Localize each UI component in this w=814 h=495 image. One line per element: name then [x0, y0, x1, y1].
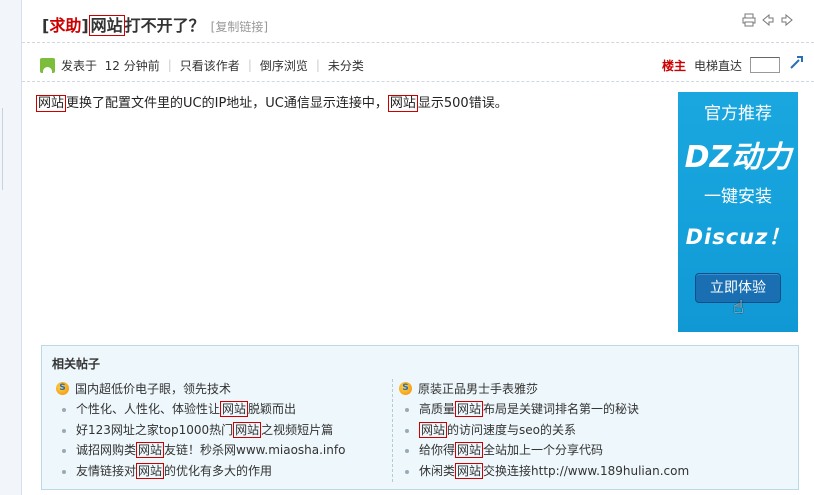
related-column-left: S 国内超低价电子眼，领先技术 个性化、人性化、体验性让 网站 脱颖而出 好123网…	[56, 379, 396, 481]
floor-input[interactable]	[750, 57, 780, 73]
floor-controls: 楼主 电梯直达	[662, 55, 804, 75]
ad-subline: 一键安装	[704, 187, 772, 207]
posted-time: 12 分钟前	[104, 58, 160, 73]
ad-brand: DZ动力	[684, 140, 792, 175]
prev-thread-icon[interactable]	[761, 13, 775, 27]
separator: |	[315, 58, 320, 72]
related-head-link[interactable]: S 原装正品男士手表雅莎	[399, 379, 739, 397]
title-keyword: 网站	[88, 15, 125, 36]
post-title: [求助] 网站 打不开了？ [复制链接]	[42, 15, 269, 36]
title-tag[interactable]: 求助	[49, 16, 81, 35]
related-item[interactable]: 诚招网购类 网站 友链！秒杀网www.miaosha.info	[56, 440, 396, 461]
only-author-link[interactable]: 只看该作者	[180, 57, 240, 74]
related-column-right: S 原装正品男士手表雅莎 高质量 网站 布局是关键词排名第一的秘诀 网站 的访问速度与…	[392, 379, 739, 482]
copy-link-button[interactable]: [复制链接]	[211, 20, 268, 34]
divider	[22, 42, 814, 43]
related-item[interactable]: 好123网址之家top1000热门 网站 之视频短片篇	[56, 420, 396, 441]
ad-headline: 官方推荐	[704, 104, 772, 124]
ad-banner[interactable]: 官方推荐 DZ动力 一键安装 Discuz！ 立即体验 ☝	[678, 92, 798, 332]
post-meta: 发表于 12 分钟前 | 只看该作者 | 倒序浏览 | 未分类 楼主 电梯直达	[40, 55, 804, 75]
body-text: 更换了配置文件里的UC的IP地址，UC通信显示连接中，	[66, 96, 388, 111]
post-panel: [求助] 网站 打不开了？ [复制链接] 发表于 12 分钟前 | 只看该作者 | 倒…	[22, 0, 814, 495]
print-icon[interactable]	[742, 13, 756, 27]
related-threads: 相关帖子 S 国内超低价电子眼，领先技术 个性化、人性化、体验性让 网站 脱颖而出 …	[41, 345, 799, 490]
elevator-label: 电梯直达	[693, 58, 742, 73]
next-thread-icon[interactable]	[780, 13, 794, 27]
category-link[interactable]: 未分类	[328, 57, 364, 74]
related-item[interactable]: 友情链接对 网站 的优化有多大的作用	[56, 461, 396, 482]
posted-label: 发表于	[61, 58, 98, 73]
jump-icon[interactable]	[788, 55, 804, 75]
post-tools	[742, 13, 794, 27]
s-logo-icon: S	[56, 381, 69, 395]
body-text: 显示500错误。	[417, 96, 508, 111]
sidebar-divider	[2, 108, 7, 190]
related-item[interactable]: 网站 的访问速度与seo的关系	[399, 420, 739, 441]
owner-badge: 楼主	[661, 58, 686, 73]
s-logo-icon: S	[399, 381, 412, 395]
separator: |	[167, 58, 172, 72]
user-online-icon	[40, 57, 55, 73]
related-title: 相关帖子	[52, 357, 101, 371]
left-sidebar-strip	[0, 0, 22, 495]
ad-product: Discuz！	[685, 225, 791, 249]
related-item[interactable]: 给你得 网站 全站加上一个分享代码	[399, 440, 739, 461]
keyword-link[interactable]: 网站	[36, 95, 67, 112]
related-item[interactable]: 高质量 网站 布局是关键词排名第一的秘诀	[399, 399, 739, 420]
related-item[interactable]: 个性化、人性化、体验性让 网站 脱颖而出	[56, 399, 396, 420]
post-body: 网站 更换了配置文件里的UC的IP地址，UC通信显示连接中， 网站 显示500错误。	[36, 92, 508, 112]
separator: |	[247, 58, 252, 72]
title-text: 打不开了？	[124, 16, 205, 35]
divider	[22, 81, 814, 82]
related-head-link[interactable]: S 国内超低价电子眼，领先技术	[56, 379, 396, 397]
related-item[interactable]: 休闲类 网站 交换连接http://www.189hulian.com	[399, 461, 739, 482]
keyword-link[interactable]: 网站	[387, 95, 418, 112]
reverse-order-link[interactable]: 倒序浏览	[260, 57, 308, 74]
hand-cursor-icon: ☝	[733, 297, 744, 318]
